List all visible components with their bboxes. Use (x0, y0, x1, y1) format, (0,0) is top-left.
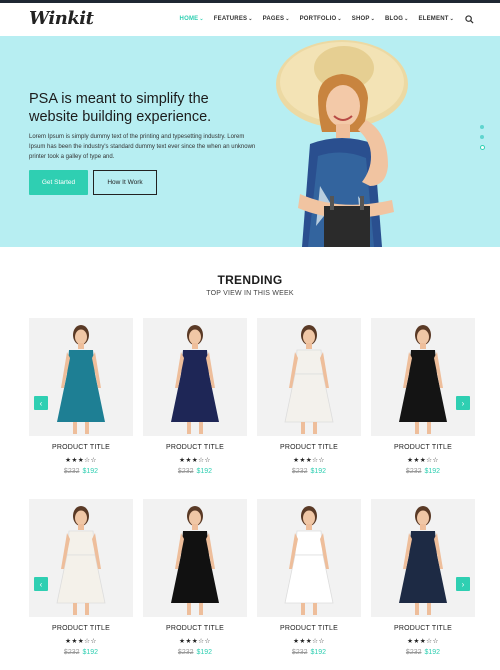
product-image[interactable] (371, 318, 475, 436)
nav-label: PAGES (262, 16, 285, 22)
nav-item-shop[interactable]: SHOP⌄ (352, 16, 375, 22)
rating-stars: ★★★☆☆ (407, 457, 439, 464)
chevron-down-icon: ⌄ (337, 16, 342, 22)
product-card[interactable]: PRODUCT TITLE ★★★☆☆ $232 $192 (257, 499, 361, 656)
sale-price: $192 (82, 649, 99, 656)
chevron-down-icon: ⌄ (404, 16, 409, 22)
chevron-down-icon: ⌄ (199, 16, 204, 22)
chevron-left-icon: ‹ (39, 398, 43, 408)
nav-item-features[interactable]: FEATURES⌄ (214, 16, 253, 22)
slider-dot[interactable] (480, 135, 484, 139)
old-price: $232 (177, 649, 194, 656)
carousel-prev-button[interactable]: ‹ (34, 396, 48, 410)
old-price: $232 (405, 649, 422, 656)
carousel-next-button[interactable]: › (456, 577, 470, 591)
rating-stars: ★★★☆☆ (65, 638, 97, 645)
chevron-right-icon: › (461, 579, 465, 589)
old-price: $232 (405, 468, 422, 475)
product-card[interactable]: PRODUCT TITLE ★★★☆☆ $232 $192 (257, 318, 361, 475)
main-nav: HOME⌄ FEATURES⌄ PAGES⌄ PORTFOLIO⌄ SHOP⌄ … (170, 16, 454, 22)
chevron-down-icon: ⌄ (449, 16, 454, 22)
hero-description: Lorem Ipsum is simply dummy text of the … (29, 134, 256, 160)
sale-price: $192 (310, 468, 327, 475)
site-header: Winkit HOME⌄ FEATURES⌄ PAGES⌄ PORTFOLIO⌄… (0, 3, 500, 36)
product-image[interactable] (29, 318, 133, 436)
product-title[interactable]: PRODUCT TITLE (371, 444, 475, 451)
carousel-prev-button[interactable]: ‹ (34, 577, 48, 591)
product-price: $232 $192 (257, 649, 361, 656)
site-logo[interactable]: Winkit (29, 8, 94, 29)
chevron-left-icon: ‹ (39, 579, 43, 589)
product-price: $232 $192 (371, 468, 475, 475)
nav-item-blog[interactable]: BLOG⌄ (385, 16, 409, 22)
trending-subtitle: TOP VIEW IN THIS WEEK (206, 290, 294, 297)
product-card[interactable]: PRODUCT TITLE ★★★☆☆ $232 $192 (143, 499, 247, 656)
product-price: $232 $192 (257, 468, 361, 475)
old-price: $232 (177, 468, 194, 475)
old-price: $232 (63, 468, 80, 475)
product-image[interactable] (29, 499, 133, 617)
rating-stars: ★★★☆☆ (407, 638, 439, 645)
rating-stars: ★★★☆☆ (293, 457, 325, 464)
nav-item-element[interactable]: ELEMENT⌄ (419, 16, 454, 22)
sale-price: $192 (424, 468, 441, 475)
product-title[interactable]: PRODUCT TITLE (29, 625, 133, 632)
product-price: $232 $192 (29, 649, 133, 656)
product-image[interactable] (371, 499, 475, 617)
chevron-right-icon: › (461, 398, 465, 408)
product-title[interactable]: PRODUCT TITLE (257, 625, 361, 632)
slider-dots (479, 125, 485, 150)
nav-item-portfolio[interactable]: PORTFOLIO⌄ (300, 16, 342, 22)
slider-dot-active[interactable] (479, 145, 485, 150)
nav-label: BLOG (385, 16, 404, 22)
nav-item-pages[interactable]: PAGES⌄ (263, 16, 290, 22)
rating-stars: ★★★☆☆ (179, 638, 211, 645)
old-price: $232 (291, 468, 308, 475)
hero-title: PSA is meant to simplify the website bui… (29, 91, 212, 125)
product-title[interactable]: PRODUCT TITLE (29, 444, 133, 451)
product-price: $232 $192 (143, 649, 247, 656)
hero-banner: PSA is meant to simplify the website bui… (0, 36, 500, 247)
slider-dot[interactable] (480, 125, 484, 129)
nav-label: HOME (179, 16, 199, 22)
product-price: $232 $192 (143, 468, 247, 475)
sale-price: $192 (310, 649, 327, 656)
rating-stars: ★★★☆☆ (293, 638, 325, 645)
product-title[interactable]: PRODUCT TITLE (371, 625, 475, 632)
product-card[interactable]: PRODUCT TITLE ★★★☆☆ $232 $192 (143, 318, 247, 475)
product-image[interactable] (257, 499, 361, 617)
nav-item-home[interactable]: HOME⌄ (180, 16, 204, 22)
product-title[interactable]: PRODUCT TITLE (257, 444, 361, 451)
product-price: $232 $192 (371, 649, 475, 656)
chevron-down-icon: ⌄ (248, 16, 253, 22)
sale-price: $192 (82, 468, 99, 475)
product-price: $232 $192 (29, 468, 133, 475)
how-it-work-button[interactable]: How It Work (93, 170, 157, 195)
chevron-down-icon: ⌄ (285, 16, 290, 22)
get-started-button[interactable]: Get Started (29, 170, 88, 195)
sale-price: $192 (424, 649, 441, 656)
product-title[interactable]: PRODUCT TITLE (143, 444, 247, 451)
product-title[interactable]: PRODUCT TITLE (143, 625, 247, 632)
rating-stars: ★★★☆☆ (65, 457, 97, 464)
search-icon[interactable] (465, 15, 474, 24)
rating-stars: ★★★☆☆ (179, 457, 211, 464)
sale-price: $192 (196, 468, 213, 475)
carousel-next-button[interactable]: › (456, 396, 470, 410)
trending-title: TRENDING (217, 273, 283, 287)
nav-label: FEATURES (213, 16, 248, 22)
chevron-down-icon: ⌄ (370, 16, 375, 22)
old-price: $232 (63, 649, 80, 656)
old-price: $232 (291, 649, 308, 656)
nav-label: ELEMENT (418, 16, 449, 22)
nav-label: PORTFOLIO (299, 16, 337, 22)
sale-price: $192 (196, 649, 213, 656)
product-image[interactable] (143, 499, 247, 617)
product-image[interactable] (257, 318, 361, 436)
product-image[interactable] (143, 318, 247, 436)
nav-label: SHOP (351, 16, 370, 22)
hero-model-image (276, 40, 408, 247)
